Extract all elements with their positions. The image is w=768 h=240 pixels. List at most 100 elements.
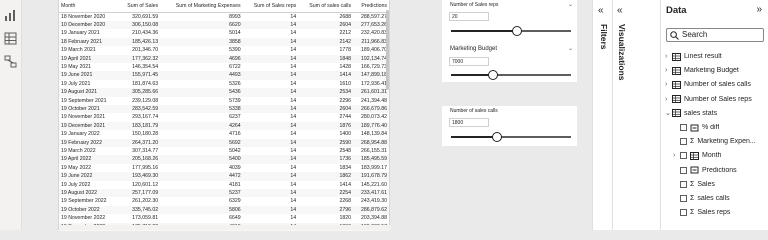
report-canvas: Month Sum of Sales Sum of Marketing Expens…: [22, 0, 592, 232]
table-cell: 14: [290, 63, 297, 70]
table-icon: [672, 95, 681, 104]
sales-table-visual[interactable]: Month Sum of Sales Sum of Marketing Expens…: [58, 0, 391, 232]
table-cell: 181,874.63: [132, 80, 159, 87]
slicer-handle[interactable]: [512, 26, 522, 36]
data-tree-item[interactable]: › Marketing Budget: [665, 64, 739, 77]
table-cell: 2142: [298, 37, 354, 47]
collapse-data-icon[interactable]: »: [756, 4, 762, 15]
sum-icon: Σ: [690, 195, 695, 202]
table-cell: 145,221.60: [361, 181, 387, 188]
field-checkbox[interactable]: [680, 209, 687, 217]
data-tree-item[interactable]: Σ Sales reps: [673, 206, 730, 219]
sales-reps-slicer[interactable]: Number of Sales reps ⌄ 20: [442, 0, 577, 42]
table-cell: 277,653.26: [353, 20, 389, 30]
table-cell: 1848: [298, 54, 354, 63]
data-tree-item[interactable]: › Month: [673, 149, 721, 162]
table-cell: 19 November 2021: [61, 114, 106, 121]
table-row: 19 September 2022 261,202.30 6329 14 2268 243…: [59, 197, 389, 205]
report-view-icon[interactable]: [4, 9, 17, 22]
field-checkbox[interactable]: [680, 166, 687, 174]
search-input[interactable]: Search: [666, 28, 764, 42]
expand-chevron-icon[interactable]: ›: [673, 152, 680, 159]
data-tree-label: Month: [702, 152, 722, 160]
calendar-hierarchy-icon: [690, 151, 699, 160]
table-view-icon[interactable]: [4, 32, 17, 45]
table-row: 19 March 2022 307,314.77 5042 14 2548 266,155…: [59, 147, 389, 155]
data-tree-item[interactable]: Σ Sales: [673, 178, 715, 191]
table-cell: 233,417.61: [353, 189, 389, 198]
table-cell: 19 September 2022: [61, 198, 107, 205]
table-cell: 148,139.84: [361, 131, 387, 138]
column-header[interactable]: Sum of sales calls: [298, 0, 354, 13]
column-header[interactable]: Month: [59, 0, 119, 13]
filters-pane[interactable]: « Filters: [592, 0, 612, 230]
table-cell: 14: [290, 97, 297, 104]
slicer-track[interactable]: [451, 70, 571, 80]
visualizations-pane-label[interactable]: Visualizations: [617, 24, 627, 81]
slicer-track[interactable]: [451, 26, 571, 36]
table-row: 19 April 2022 205,168.26 5400 14 1736 185,495…: [59, 155, 389, 164]
column-header[interactable]: Sum of Sales reps: [242, 0, 299, 13]
field-checkbox[interactable]: [680, 195, 687, 202]
column-header[interactable]: Predictions: [353, 0, 389, 13]
data-tree-item[interactable]: › Number of Sales reps: [665, 93, 752, 106]
expand-filters-icon[interactable]: «: [598, 5, 604, 16]
data-tree-label: sales stats: [684, 109, 718, 117]
table-cell: 191,678.79: [353, 172, 389, 181]
field-checkbox[interactable]: [680, 180, 687, 188]
data-tree-label: Sales: [697, 180, 715, 188]
field-checkbox[interactable]: [680, 124, 687, 131]
table-cell: 5806: [160, 205, 243, 215]
expand-chevron-icon[interactable]: ›: [665, 81, 672, 88]
data-tree-item[interactable]: Σ Marketing Expen...: [673, 135, 756, 148]
slicer-value-input[interactable]: 7000: [449, 57, 489, 66]
table-body: 18 November 2020 320,691.59 8993 14 2688 288,…: [59, 12, 389, 232]
table-cell: 14: [290, 47, 297, 54]
chevron-down-icon[interactable]: ⌄: [568, 45, 573, 52]
field-checkbox[interactable]: [680, 138, 687, 146]
expand-chevron-icon[interactable]: ›: [665, 53, 672, 60]
table-cell: 14: [290, 30, 297, 37]
table-horizontal-scrollbar[interactable]: [59, 225, 391, 230]
filters-pane-label[interactable]: Filters: [599, 24, 609, 50]
sum-icon: Σ: [690, 180, 695, 188]
slicer-handle[interactable]: [488, 70, 498, 80]
table-cell: 261,202.30: [132, 198, 159, 205]
table-cell: 14: [242, 205, 299, 215]
chevron-down-icon[interactable]: ⌄: [568, 1, 573, 8]
slicer-fill: [451, 136, 497, 138]
field-checkbox[interactable]: [680, 152, 687, 160]
table-vertical-scrollbar[interactable]: [386, 10, 389, 90]
table-cell: 14: [290, 198, 297, 205]
column-header[interactable]: Sum of Marketing Expenses: [160, 0, 243, 13]
expand-chevron-icon[interactable]: ›: [665, 96, 672, 103]
table-icon: [672, 66, 681, 75]
table-icon: [672, 109, 681, 118]
table-cell: 4696: [160, 54, 243, 63]
data-tree-item[interactable]: ⌄ sales stats: [665, 107, 717, 120]
table-cell: 1414: [298, 71, 354, 80]
data-tree-item[interactable]: % diff: [673, 121, 719, 134]
slicer-handle[interactable]: [492, 132, 502, 142]
visualizations-pane[interactable]: « Visualizations: [612, 0, 660, 230]
table-row: 19 April 2021 177,362.32 4696 14 1848 192,134…: [59, 54, 389, 63]
model-view-icon[interactable]: [4, 55, 17, 68]
slicer-value-input[interactable]: 20: [449, 12, 489, 21]
table-row: 10 December 2020 306,150.08 6620 14 2604 277,…: [59, 20, 389, 30]
expand-chevron-icon[interactable]: ›: [665, 67, 672, 74]
data-tree-item[interactable]: Σsales calls: [673, 192, 730, 205]
table-cell: 335,745.02: [118, 205, 161, 215]
expand-visualizations-icon[interactable]: «: [617, 5, 623, 16]
sales-calls-slicer[interactable]: Number of sales calls 1800: [442, 106, 577, 146]
data-tree-item[interactable]: Predictions: [673, 164, 737, 177]
expand-chevron-icon[interactable]: ⌄: [665, 109, 672, 117]
slicer-value-input[interactable]: 1800: [449, 118, 489, 127]
column-header[interactable]: Sum of Sales: [118, 0, 161, 13]
slicer-track[interactable]: [451, 132, 571, 142]
table-cell: 5692: [160, 138, 243, 147]
data-tree-item[interactable]: › Number of sales calls: [665, 78, 751, 91]
data-tree-item[interactable]: › Linest result: [665, 50, 722, 63]
table-cell: 14: [290, 131, 297, 138]
table-cell: 239,129.08: [132, 97, 159, 104]
marketing-budget-slicer[interactable]: Marketing Budget ⌄ 7000: [442, 42, 577, 82]
